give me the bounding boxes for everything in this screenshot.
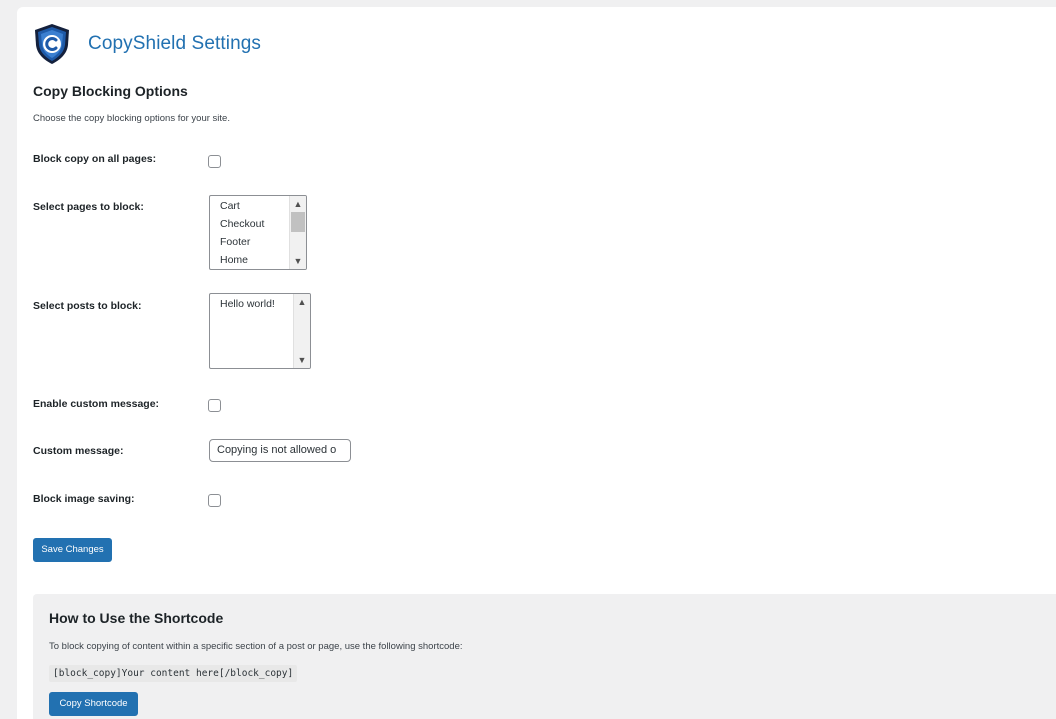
save-button[interactable]: Save Changes (33, 538, 112, 562)
enable-custom-checkbox[interactable] (208, 399, 221, 412)
page-header: CopyShield Settings (32, 23, 261, 65)
page-title: CopyShield Settings (88, 33, 262, 54)
scroll-down-icon[interactable]: ▼ (290, 253, 306, 269)
block-images-checkbox[interactable] (208, 494, 221, 507)
settings-panel: CopyShield Settings Copy Blocking Option… (17, 7, 1056, 719)
shield-logo-icon (35, 24, 69, 64)
block-images-label: Block image saving: (33, 493, 135, 505)
shortcode-code: [block_copy]Your content here[/block_cop… (49, 665, 298, 682)
scroll-thumb[interactable] (291, 212, 305, 232)
custom-message-label: Custom message: (33, 445, 124, 457)
shortcode-title: How to Use the Shortcode (49, 610, 224, 626)
posts-select[interactable]: Hello world! ▲ ▼ (209, 293, 311, 369)
shortcode-help-box: How to Use the Shortcode To block copyin… (33, 594, 1056, 719)
shortcode-description: To block copying of content within a spe… (49, 641, 463, 652)
enable-custom-label: Enable custom message: (33, 398, 160, 410)
pages-scrollbar[interactable]: ▲ ▼ (289, 196, 306, 269)
pages-select[interactable]: Cart Checkout Footer Home ▲ ▼ (209, 195, 307, 270)
scroll-up-icon[interactable]: ▲ (290, 196, 306, 212)
copy-shortcode-button[interactable]: Copy Shortcode (49, 692, 138, 716)
posts-label: Select posts to block: (33, 300, 142, 312)
custom-message-input[interactable]: Copying is not allowed o (209, 439, 351, 462)
section-description: Choose the copy blocking options for you… (33, 113, 230, 124)
block-all-checkbox[interactable] (208, 155, 221, 168)
posts-scrollbar[interactable]: ▲ ▼ (293, 294, 310, 368)
section-title: Copy Blocking Options (33, 83, 188, 99)
scroll-down-icon[interactable]: ▼ (294, 352, 310, 368)
pages-label: Select pages to block: (33, 201, 144, 213)
block-all-label: Block copy on all pages: (33, 153, 157, 165)
scroll-up-icon[interactable]: ▲ (294, 294, 310, 310)
